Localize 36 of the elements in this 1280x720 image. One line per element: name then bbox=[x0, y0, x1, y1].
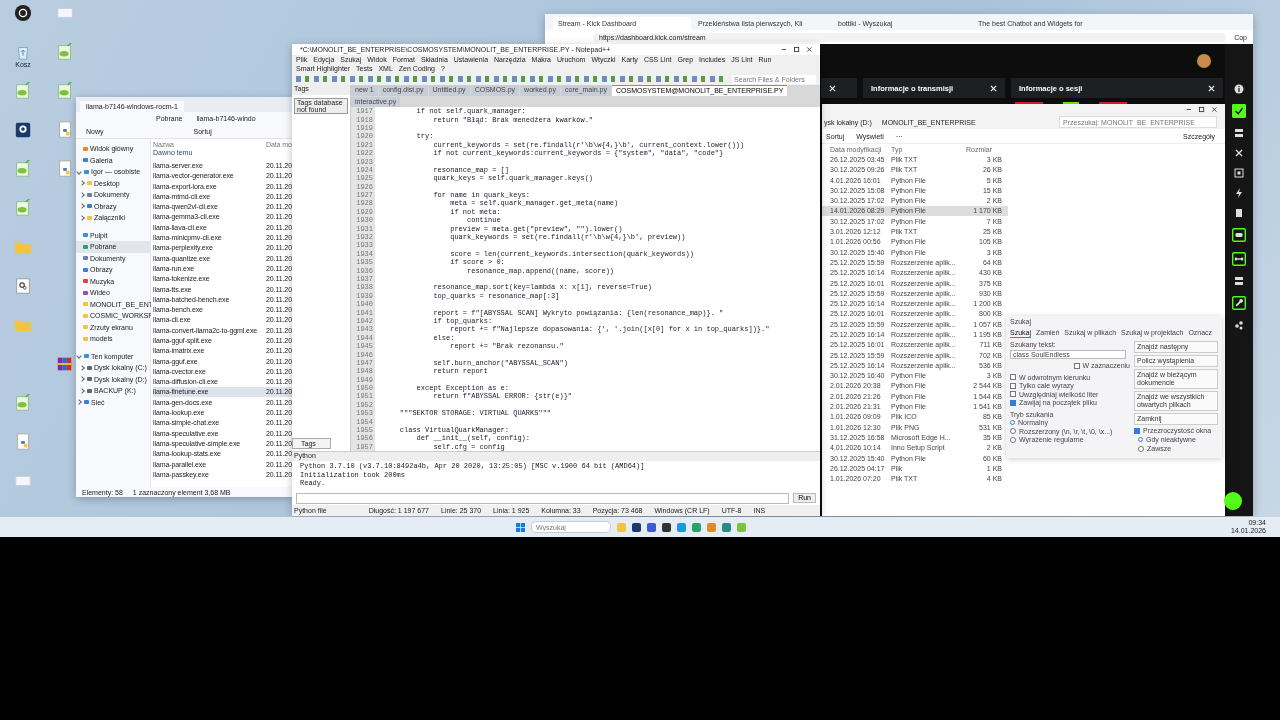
window-controls-icon[interactable] bbox=[780, 46, 814, 53]
chat-icon[interactable] bbox=[1232, 228, 1246, 242]
close-icon[interactable] bbox=[1234, 148, 1244, 158]
window-controls-icon[interactable] bbox=[1185, 106, 1219, 113]
check-button[interactable] bbox=[1232, 104, 1246, 118]
toolbar-icons-drawing[interactable] bbox=[296, 76, 726, 82]
layout-icon[interactable] bbox=[1234, 128, 1244, 138]
gear-file-icon[interactable] bbox=[14, 277, 32, 295]
bolt-icon[interactable] bbox=[1234, 188, 1244, 198]
radio-button[interactable] bbox=[1010, 428, 1016, 434]
radio-button[interactable] bbox=[1010, 436, 1016, 443]
avatar-icon[interactable] bbox=[1197, 54, 1211, 68]
radio-button[interactable] bbox=[1138, 437, 1143, 442]
info-icon[interactable] bbox=[1234, 84, 1244, 94]
checkbox[interactable] bbox=[1010, 382, 1016, 389]
checkbox[interactable] bbox=[1010, 399, 1016, 406]
link-icon[interactable] bbox=[1232, 252, 1246, 266]
camera-app-icon[interactable] bbox=[14, 4, 32, 22]
checkbox[interactable] bbox=[1134, 427, 1140, 434]
wrench-icon[interactable] bbox=[1232, 296, 1246, 310]
radio-button[interactable] bbox=[1010, 420, 1015, 425]
layout-icon[interactable] bbox=[1234, 276, 1244, 286]
nodes-icon[interactable] bbox=[1234, 320, 1244, 330]
checkbox[interactable] bbox=[1010, 374, 1016, 380]
python-file-icon[interactable] bbox=[56, 160, 74, 178]
checkbox[interactable] bbox=[1073, 362, 1080, 369]
windows-logo-icon[interactable] bbox=[516, 522, 525, 532]
python-file-icon[interactable] bbox=[56, 121, 74, 139]
note-icon[interactable] bbox=[1234, 208, 1244, 218]
radio-button[interactable] bbox=[1138, 445, 1144, 452]
expand-icon[interactable] bbox=[1234, 168, 1244, 178]
console-input[interactable] bbox=[296, 493, 790, 504]
webcam-icon[interactable] bbox=[14, 121, 32, 139]
archive-books-icon[interactable] bbox=[56, 355, 74, 373]
python-file-icon[interactable] bbox=[14, 433, 32, 451]
checkbox[interactable] bbox=[1010, 391, 1016, 397]
